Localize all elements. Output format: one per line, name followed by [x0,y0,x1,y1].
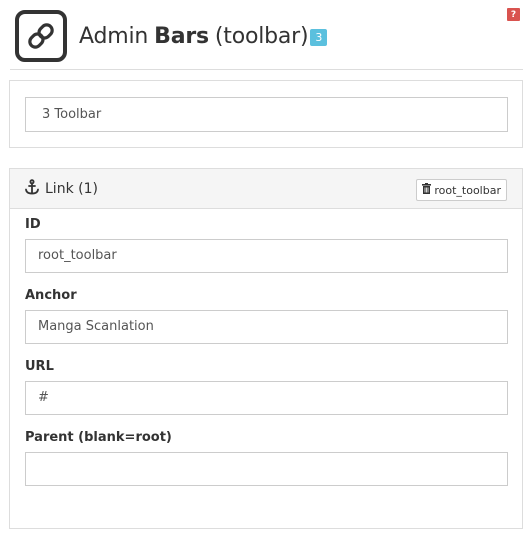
parent-group: Parent (blank=root) [25,430,508,486]
link-form: ID root_toolbar Anchor Manga Scanlation … [25,217,508,501]
id-label: ID [25,217,41,232]
title-bold: Bars [154,23,209,49]
help-badge[interactable]: ? [507,8,520,21]
anchor-icon [24,178,40,199]
trash-icon [422,183,432,197]
count-badge: 3 [310,28,328,46]
link-panel: Link (1) root_toolbar ID root_toolbar An… [9,168,523,529]
parent-field[interactable] [25,452,508,486]
delete-button-label: root_toolbar [434,183,501,197]
title-suffix: (toolbar) [214,23,309,49]
anchor-label: Anchor [25,288,77,303]
toolbar-select[interactable]: 3 Toolbar [25,97,508,132]
url-label: URL [25,359,54,374]
anchor-group: Anchor Manga Scanlation [25,288,508,344]
link-icon [15,10,67,62]
panel-heading: Link (1) root_toolbar [10,169,522,209]
anchor-field[interactable]: Manga Scanlation [25,310,508,344]
id-group: ID root_toolbar [25,217,508,273]
page-header: Admin Bars (toolbar) 3 [15,10,328,62]
url-group: URL # [25,359,508,415]
title-prefix: Admin [79,23,149,49]
parent-label: Parent (blank=root) [25,430,172,445]
delete-link-button[interactable]: root_toolbar [416,179,507,201]
page-title: Admin Bars (toolbar) 3 [79,23,328,49]
toolbar-select-box: 3 Toolbar [9,80,523,148]
header-divider [10,69,523,70]
url-field[interactable]: # [25,381,508,415]
panel-title: Link (1) [45,180,98,197]
id-field[interactable]: root_toolbar [25,239,508,273]
